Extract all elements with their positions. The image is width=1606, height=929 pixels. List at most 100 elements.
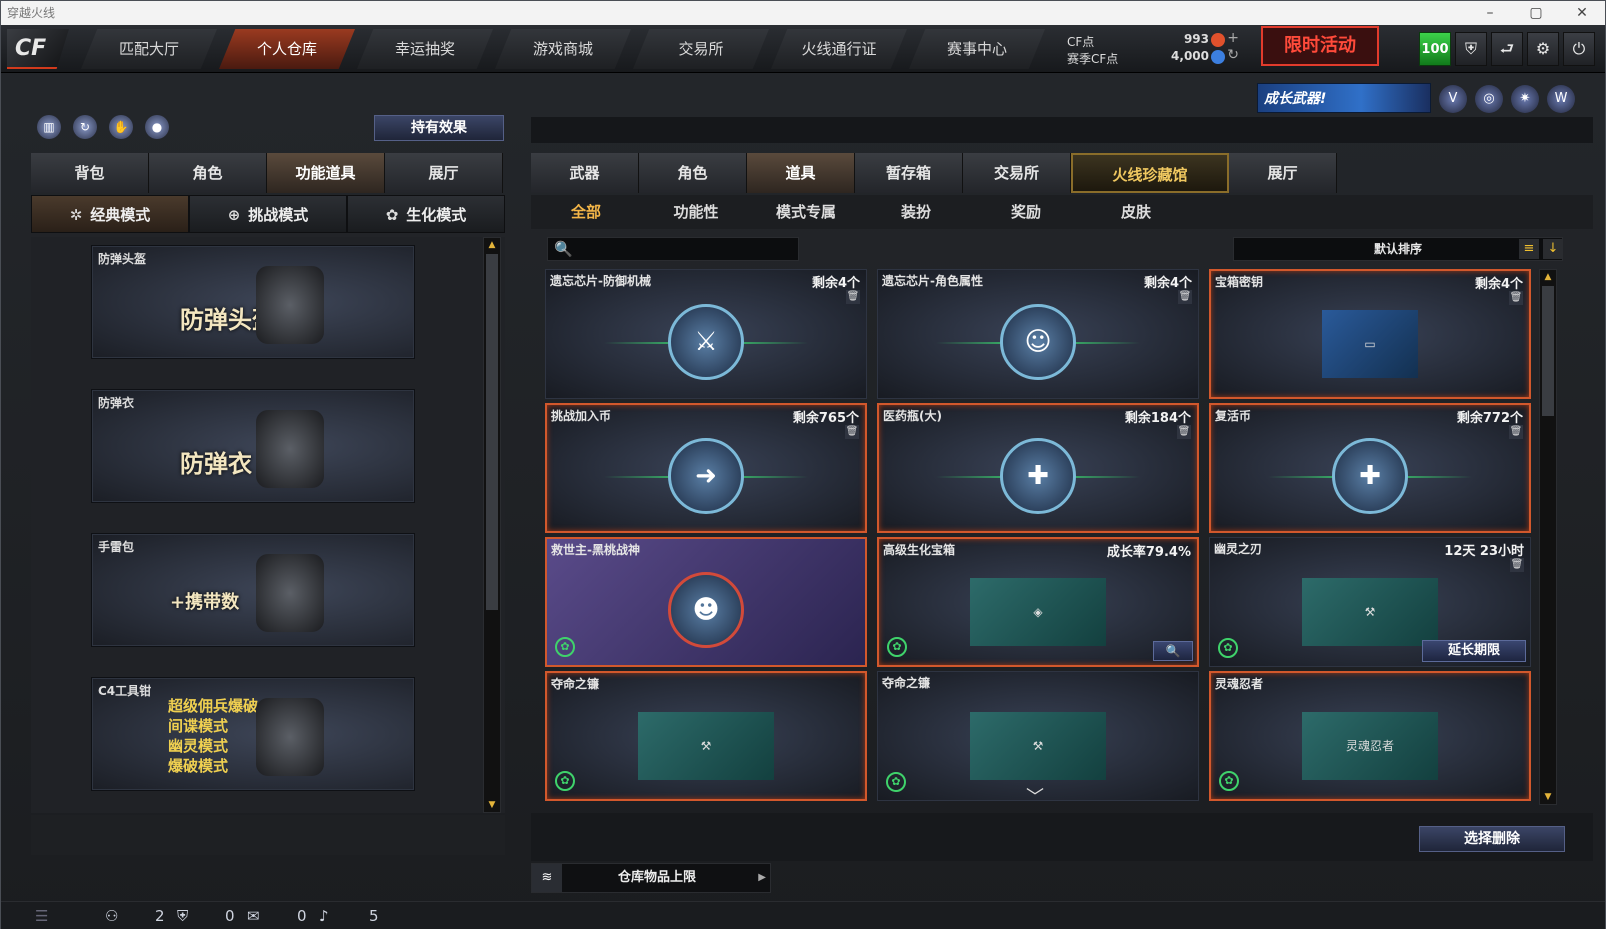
left-tab-3[interactable]: 展厅: [385, 153, 503, 193]
right-scrollbar[interactable]: ▲ ▼: [1539, 269, 1557, 805]
close-button[interactable]: ✕: [1559, 1, 1605, 25]
item-card[interactable]: ⚔ 遗忘芯片-防御机械 剩余4个 🗑: [545, 269, 867, 399]
nav-1[interactable]: 个人仓库: [219, 29, 355, 69]
item-card[interactable]: ⚒ 夺命之镰 ✿: [877, 671, 1199, 801]
item-card[interactable]: ▭ 宝箱密钥 剩余4个 🗑: [1209, 269, 1531, 399]
hold-effect-button[interactable]: 持有效果: [374, 115, 504, 141]
menu-icon[interactable]: ☰: [35, 907, 48, 925]
globe-icon[interactable]: ◎: [1475, 85, 1503, 113]
rank-icon[interactable]: ▥: [37, 115, 61, 139]
left-tab-0[interactable]: 背包: [31, 153, 149, 193]
sub-tab-3[interactable]: 装扮: [861, 195, 971, 229]
nav-3[interactable]: 游戏商城: [495, 29, 631, 69]
sub-tab-1[interactable]: 功能性: [641, 195, 751, 229]
power-icon[interactable]: ⏻: [1563, 32, 1595, 66]
nav-4[interactable]: 交易所: [633, 29, 769, 69]
right-tab-1[interactable]: 角色: [639, 153, 747, 193]
select-delete-button[interactable]: 选择删除: [1419, 826, 1565, 852]
nav-5[interactable]: 火线通行证: [771, 29, 907, 69]
delete-icon[interactable]: 🗑: [846, 290, 860, 304]
list-view-icon[interactable]: ≡: [1519, 239, 1539, 259]
mode-tab-1[interactable]: ⊕ 挑战模式: [189, 195, 347, 233]
item-card[interactable]: ☻ 救世主-黑桃战神 ✿: [545, 537, 867, 667]
right-scroll-thumb[interactable]: [1542, 286, 1554, 416]
delete-icon[interactable]: 🗑: [1510, 558, 1524, 572]
gear-emblem-icon[interactable]: ✷: [1511, 85, 1539, 113]
hand-icon[interactable]: ✋: [109, 115, 133, 139]
nav-0[interactable]: 匹配大厅: [81, 29, 217, 69]
sub-tab-2[interactable]: 模式专属: [751, 195, 861, 229]
left-item[interactable]: 防弹头盔 防弹头盔: [91, 245, 415, 359]
item-card[interactable]: ⚒ 幽灵之刃 12天 23小时 🗑 ✿ 延长期限: [1209, 537, 1531, 667]
nav-6[interactable]: 赛事中心: [909, 29, 1045, 69]
friends-icon[interactable]: ⚇: [105, 907, 118, 925]
search-input[interactable]: 🔍: [547, 237, 799, 261]
left-scrollbar[interactable]: ▲ ▼: [483, 237, 501, 813]
back-icon[interactable]: ⮐: [1491, 32, 1523, 66]
item-card[interactable]: ☺ 遗忘芯片-角色属性 剩余4个 🗑: [877, 269, 1199, 399]
magnify-icon[interactable]: 🔍: [1153, 641, 1193, 661]
badge-icon[interactable]: V: [1439, 85, 1467, 113]
event-banner[interactable]: 限时活动: [1261, 26, 1379, 66]
scroll-down-icon[interactable]: ▼: [486, 800, 498, 810]
scroll-up-icon[interactable]: ▲: [486, 240, 498, 250]
sort-order-icon[interactable]: ↓: [1543, 239, 1563, 259]
right-tab-4[interactable]: 交易所: [963, 153, 1071, 193]
shield-icon[interactable]: ⛨: [1455, 32, 1487, 66]
right-tab-5[interactable]: 火线珍藏馆: [1071, 153, 1229, 193]
left-tab-2[interactable]: 功能道具: [267, 153, 385, 193]
add-cf-button[interactable]: +: [1227, 30, 1239, 46]
storage-limit-bar[interactable]: ≋ 仓库物品上限 ▶: [531, 863, 771, 893]
chat-icon[interactable]: ✉: [247, 907, 260, 925]
delete-icon[interactable]: 🗑: [1509, 425, 1523, 439]
item-card[interactable]: ✚ 医药瓶(大) 剩余184个 🗑: [877, 403, 1199, 533]
bio-mode-icon: ✿: [555, 771, 575, 791]
item-card[interactable]: ➜ 挑战加入币 剩余765个 🗑: [545, 403, 867, 533]
right-tab-0[interactable]: 武器: [531, 153, 639, 193]
scroll-up-icon[interactable]: ▲: [1542, 272, 1554, 282]
chevron-down-icon[interactable]: ﹀: [1026, 783, 1044, 809]
delete-icon[interactable]: 🗑: [1178, 290, 1192, 304]
grenade-icon[interactable]: ●: [145, 115, 169, 139]
gear-icon[interactable]: ⚙: [1527, 32, 1559, 66]
growth-weapon-banner[interactable]: 成长武器!: [1257, 83, 1431, 113]
delete-icon[interactable]: 🗑: [1177, 425, 1191, 439]
item-card[interactable]: ◈ 高级生化宝箱 成长率79.4% ✿ 🔍: [877, 537, 1199, 667]
level-badge[interactable]: 100: [1419, 32, 1451, 66]
delete-icon[interactable]: 🗑: [1509, 291, 1523, 305]
sub-tab-5[interactable]: 皮肤: [1081, 195, 1191, 229]
left-item[interactable]: 防弹衣 防弹衣: [91, 389, 415, 503]
maximize-button[interactable]: ▢: [1513, 1, 1559, 25]
item-card[interactable]: ⚒ 夺命之镰 ✿: [545, 671, 867, 801]
refresh-icon[interactable]: ↻: [1227, 47, 1239, 63]
right-tab-3[interactable]: 暂存箱: [855, 153, 963, 193]
sort-dropdown[interactable]: 默认排序: [1233, 237, 1563, 261]
minimize-button[interactable]: –: [1467, 1, 1513, 25]
item-card[interactable]: ✚ 复活币 剩余772个 🗑: [1209, 403, 1531, 533]
left-item[interactable]: C4工具钳 超级佣兵爆破 间谍模式 幽灵模式 爆破模式: [91, 677, 415, 791]
sub-tab-0[interactable]: 全部: [531, 195, 641, 229]
left-scroll-thumb[interactable]: [486, 254, 498, 610]
right-tab-6[interactable]: 展厅: [1229, 153, 1337, 193]
card-name: 救世主-黑桃战神: [551, 543, 640, 557]
delete-icon[interactable]: 🗑: [845, 425, 859, 439]
expand-arrow-icon[interactable]: ▶: [758, 864, 766, 892]
card-name: 夺命之镰: [551, 677, 600, 691]
cycle-icon[interactable]: ↻: [73, 115, 97, 139]
mode-tab-0[interactable]: ✲ 经典模式: [31, 195, 189, 233]
character-portrait: ☻: [668, 571, 744, 648]
scroll-down-icon[interactable]: ▼: [1542, 792, 1554, 802]
left-tab-1[interactable]: 角色: [149, 153, 267, 193]
extend-button[interactable]: 延长期限: [1422, 640, 1526, 662]
nav-2[interactable]: 幸运抽奖: [357, 29, 493, 69]
volume-icon[interactable]: ♪: [319, 907, 329, 925]
card-name: 复活币: [1215, 409, 1252, 423]
item-card[interactable]: 灵魂忍者 灵魂忍者 ✿: [1209, 671, 1531, 801]
left-item[interactable]: 手雷包 +携带数: [91, 533, 415, 647]
sub-tab-4[interactable]: 奖励: [971, 195, 1081, 229]
clan-icon[interactable]: ⛨: [177, 907, 188, 925]
wing-icon[interactable]: W: [1547, 85, 1575, 113]
mode-tab-2[interactable]: ✿ 生化模式: [347, 195, 505, 233]
card-name: 幽灵之刃: [1214, 542, 1263, 556]
right-tab-2[interactable]: 道具: [747, 153, 855, 193]
